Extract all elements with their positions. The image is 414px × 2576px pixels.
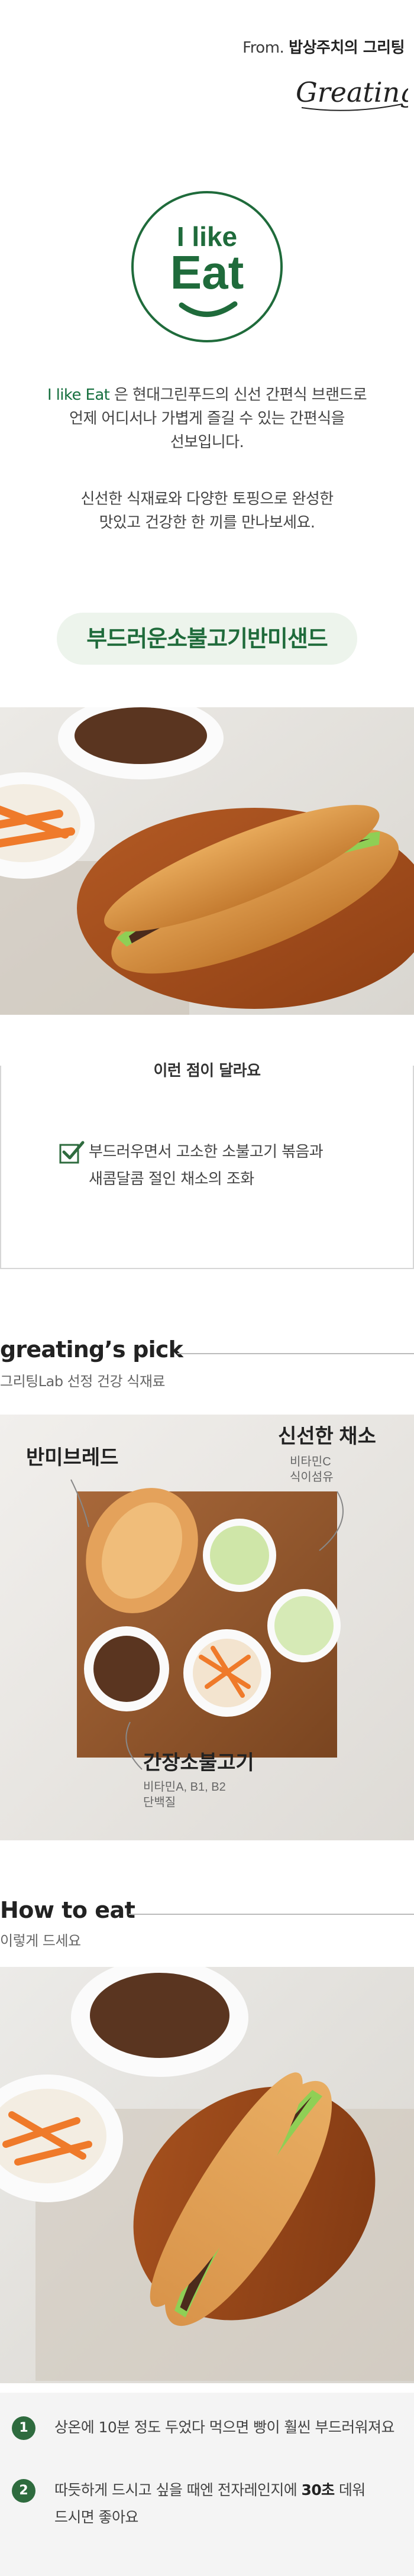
step2-text-pre: 따듯하게 드시고 싶을 때엔 전자레인지에 [54, 2481, 302, 2499]
step2-text-line2: 드시면 좋아요 [54, 2509, 138, 2526]
intro-line3: 선보입니다. [170, 433, 244, 451]
from-prefix: From. [242, 39, 284, 57]
checkbox-check-icon [59, 1141, 85, 1164]
pick-section-title: greating’s pick [0, 1336, 183, 1363]
i-like-eat-logo: I like Eat [131, 191, 283, 342]
pick-title-rule [177, 1353, 414, 1354]
logo-line2: Eat [170, 246, 244, 299]
intro-line1-rest: 은 현대그린푸드의 신선 간편식 브랜드로 [109, 386, 367, 404]
feature-line1: 부드러우면서 고소한 소불고기 볶음과 [89, 1143, 324, 1161]
from-brand-line: From. 밥상주치의 그리팅 [242, 35, 405, 57]
intro-line4: 신선한 식재료와 다양한 토핑으로 완성한 [80, 490, 334, 508]
label-fresh-vegetables: 신선한 채소 [278, 1425, 376, 1448]
intro-brand-name: I like Eat [47, 386, 110, 404]
label-beef-nutrient-2: 단백질 [143, 1795, 176, 1809]
feature-title: 이런 점이 달라요 [0, 1059, 414, 1080]
intro-paragraph: I like Eat 은 현대그린푸드의 신선 간편식 브랜드로 언제 어디서나… [0, 383, 414, 454]
pick-section-subtitle: 그리팅Lab 선정 건강 식재료 [0, 1373, 166, 1390]
feature-title-text: 이런 점이 달라요 [130, 1062, 284, 1080]
step-text: 따듯하게 드시고 싶을 때엔 전자레인지에 30초 데워 드시면 좋아요 [54, 2477, 403, 2531]
intro-line2: 언제 어디서나 가볍게 즐길 수 있는 간편식을 [69, 410, 345, 428]
serving-photo [0, 1967, 414, 2383]
greating-script-text: Greating [296, 76, 408, 108]
from-brand-name: 밥상주치의 그리팅 [289, 39, 405, 57]
intro-paragraph-2: 신선한 식재료와 다양한 토핑으로 완성한 맛있고 건강한 한 끼를 만나보세요… [0, 487, 414, 535]
step-text: 상온에 10분 정도 두었다 먹으면 빵이 훨씬 부드러워져요 [54, 2419, 394, 2436]
step2-text-bold: 30초 [301, 2481, 335, 2499]
how-to-eat-subtitle: 이렇게 드세요 [0, 1933, 81, 1949]
label-veg-nutrient-2: 식이섬유 [290, 1470, 334, 1484]
how-title-rule [129, 1914, 414, 1915]
sandwich-photo [0, 707, 414, 1015]
label-veg-nutrient-1: 비타민C [290, 1455, 331, 1468]
greating-script-logo: Greating [296, 76, 408, 111]
feature-line2: 새콤달콤 절인 채소의 조화 [89, 1170, 254, 1188]
label-banh-mi-bread: 반미브레드 [26, 1446, 118, 1469]
label-beef-nutrient-1: 비타민A, B1, B2 [143, 1780, 226, 1794]
step-number-badge: 1 [12, 2416, 35, 2440]
label-soy-bulgogi: 간장소불고기 [143, 1752, 254, 1774]
ingredients-photo: 반미브레드 신선한 채소 비타민C 식이섬유 간장소불고기 비타민A, B1, … [0, 1415, 414, 1840]
how-to-eat-title: How to eat [0, 1897, 135, 1923]
feature-description: 부드러우면서 고소한 소불고기 볶음과 새콤달콤 절인 채소의 조화 [89, 1138, 384, 1193]
product-title-pill: 부드러운소불고기반미샌드 [57, 613, 357, 665]
step-number-badge: 2 [12, 2479, 35, 2503]
intro-line5: 맛있고 건강한 한 끼를 만나보세요. [99, 514, 315, 532]
step2-text-post: 데워 [334, 2481, 366, 2499]
